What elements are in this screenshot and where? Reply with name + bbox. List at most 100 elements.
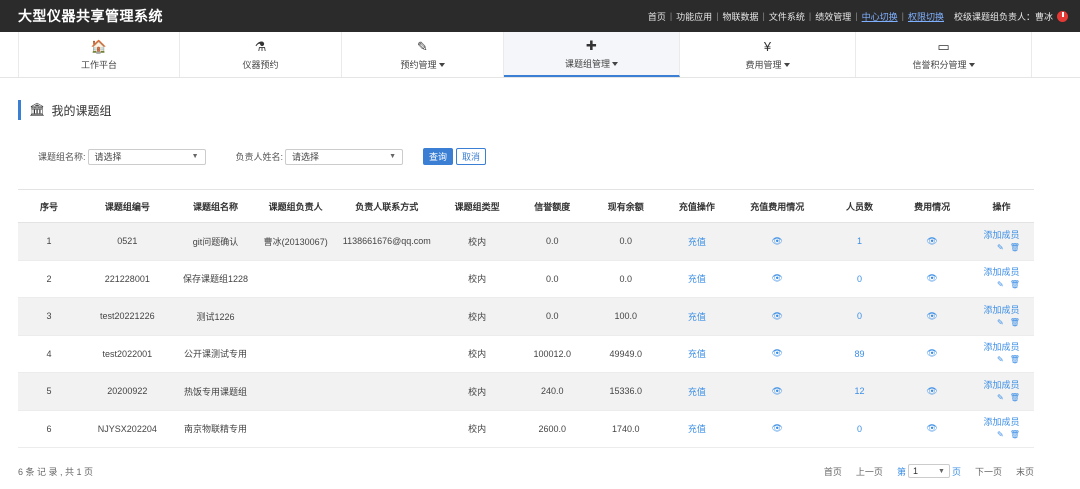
- cell-balance: 0.0: [588, 222, 663, 261]
- cell-code: test20221226: [80, 297, 175, 336]
- eye-icon[interactable]: 👁: [771, 311, 782, 321]
- top-link-3[interactable]: 文件系统: [765, 10, 809, 23]
- cell-fee-details: 👁: [895, 410, 969, 448]
- nav-item-0[interactable]: 🏠 工作平台: [18, 32, 180, 77]
- top-link-4[interactable]: 绩效管理: [811, 10, 855, 23]
- cell-code: 221228001: [80, 260, 175, 298]
- edit-icon[interactable]: ✎: [997, 279, 1004, 290]
- cell-balance: 49949.0: [588, 335, 663, 373]
- chevron-down-icon: ▼: [389, 153, 397, 160]
- add-member-link[interactable]: 添加成员: [983, 267, 1019, 278]
- next-page-link[interactable]: 下一页: [975, 465, 1002, 478]
- recharge-link[interactable]: 充值: [688, 387, 706, 397]
- top-link-1[interactable]: 功能应用: [672, 10, 716, 23]
- eye-icon[interactable]: 👁: [771, 273, 782, 283]
- recharge-link[interactable]: 充值: [688, 349, 706, 359]
- eye-icon[interactable]: 👁: [926, 273, 937, 283]
- recharge-link[interactable]: 充值: [688, 237, 706, 247]
- nav-item-label: 课题组管理: [565, 57, 618, 70]
- chevron-down-icon: ▼: [938, 467, 945, 475]
- eye-icon[interactable]: 👁: [926, 311, 937, 321]
- row-actions: 添加成员 ✎ 🗑: [969, 417, 1034, 440]
- nav-item-text: 仪器预约: [242, 59, 279, 70]
- add-member-link[interactable]: 添加成员: [983, 342, 1019, 353]
- cell-no: 3: [18, 297, 80, 336]
- members-link[interactable]: 12: [854, 386, 864, 396]
- column-header: 人员数: [823, 189, 896, 223]
- members-link[interactable]: 0: [857, 311, 862, 321]
- puzzle-icon: ✚: [586, 37, 597, 53]
- trash-icon[interactable]: 🗑: [1010, 392, 1020, 403]
- edit-icon[interactable]: ✎: [997, 242, 1004, 253]
- edit-icon[interactable]: ✎: [997, 429, 1004, 440]
- members-link[interactable]: 0: [857, 274, 862, 284]
- page-suffix: 页: [951, 466, 961, 477]
- top-link-6[interactable]: 权限切换: [904, 10, 948, 23]
- add-member-link[interactable]: 添加成员: [983, 417, 1019, 428]
- leader-select[interactable]: 请选择 ▼: [285, 148, 404, 165]
- eye-icon[interactable]: 👁: [771, 236, 782, 246]
- nav-item-2[interactable]: ✎ 预约管理: [342, 32, 504, 77]
- top-links: 首页 | 功能应用 | 物联数据 | 文件系统 | 绩效管理 | 中心切换 | 权限切换 校级课题组负责人…: [644, 10, 1068, 23]
- trash-icon[interactable]: 🗑: [1010, 317, 1020, 328]
- nav-item-3[interactable]: ✚ 课题组管理: [504, 32, 680, 77]
- cell-leader: [256, 260, 336, 298]
- eye-icon[interactable]: 👁: [771, 423, 782, 433]
- cell-fee-details: 👁: [895, 260, 969, 298]
- prev-page-link[interactable]: 上一页: [856, 465, 883, 478]
- power-icon[interactable]: [1057, 10, 1068, 22]
- table-row: 3 test20221226 测试1226 校内 0.0 100.0 充值 👁 0 👁 添加成员 ✎ 🗑: [18, 297, 1034, 336]
- nav-item-5[interactable]: ▭ 信誉积分管理: [856, 32, 1032, 77]
- cell-no: 1: [18, 222, 80, 261]
- top-link-5[interactable]: 中心切换: [858, 10, 902, 23]
- first-page-link[interactable]: 首页: [824, 465, 842, 478]
- group-name-select[interactable]: 请选择 ▼: [87, 148, 206, 165]
- cell-contact: 1138661676@qq.com: [335, 222, 439, 261]
- edit-icon[interactable]: ✎: [997, 392, 1004, 403]
- edit-icon[interactable]: ✎: [997, 317, 1004, 328]
- members-link[interactable]: 89: [854, 349, 864, 359]
- cell-contact: [335, 260, 439, 298]
- cell-code: test2022001: [80, 335, 175, 373]
- add-member-link[interactable]: 添加成员: [983, 380, 1019, 391]
- column-header: 课题组类型: [438, 189, 516, 223]
- eye-icon[interactable]: 👁: [926, 423, 937, 433]
- nav-item-1[interactable]: ⚗ 仪器预约: [180, 32, 342, 77]
- cell-contact: [335, 372, 439, 411]
- recharge-link[interactable]: 充值: [688, 312, 706, 322]
- row-action-icons: ✎ 🗑: [983, 392, 1020, 403]
- recharge-link[interactable]: 充值: [688, 424, 706, 434]
- group-name-label: 课题组名称:: [38, 152, 86, 162]
- page-select-value: 1: [912, 466, 918, 476]
- trash-icon[interactable]: 🗑: [1010, 354, 1020, 365]
- eye-icon[interactable]: 👁: [771, 386, 782, 396]
- eye-icon[interactable]: 👁: [771, 348, 782, 358]
- leader-label: 负责人姓名:: [235, 152, 284, 162]
- members-link[interactable]: 1: [857, 236, 862, 246]
- nav-item-4[interactable]: ¥ 费用管理: [680, 32, 856, 77]
- add-member-link[interactable]: 添加成员: [983, 305, 1019, 316]
- add-member-link[interactable]: 添加成员: [983, 230, 1019, 241]
- eye-icon[interactable]: 👁: [926, 236, 937, 246]
- cell-members: 0: [823, 410, 896, 448]
- cell-type: 校内: [438, 222, 516, 261]
- cell-recharge-details: 👁: [730, 260, 824, 298]
- cancel-button[interactable]: 取消: [456, 148, 487, 165]
- query-button[interactable]: 查询: [423, 148, 454, 165]
- section-header: 🏛 我的课题组: [18, 100, 112, 120]
- members-link[interactable]: 0: [857, 424, 862, 434]
- column-header: 课题组名称: [174, 189, 257, 223]
- eye-icon[interactable]: 👁: [926, 348, 937, 358]
- recharge-link[interactable]: 充值: [688, 274, 706, 284]
- trash-icon[interactable]: 🗑: [1010, 279, 1020, 290]
- edit-icon[interactable]: ✎: [997, 354, 1004, 365]
- cell-operations: 添加成员 ✎ 🗑: [968, 372, 1034, 411]
- cell-type: 校内: [438, 410, 516, 448]
- trash-icon[interactable]: 🗑: [1010, 429, 1020, 440]
- top-link-2[interactable]: 物联数据: [719, 10, 763, 23]
- eye-icon[interactable]: 👁: [926, 386, 937, 396]
- top-link-0[interactable]: 首页: [644, 10, 670, 23]
- last-page-link[interactable]: 末页: [1016, 465, 1034, 478]
- trash-icon[interactable]: 🗑: [1010, 242, 1020, 253]
- page-select[interactable]: 1 ▼: [907, 464, 950, 478]
